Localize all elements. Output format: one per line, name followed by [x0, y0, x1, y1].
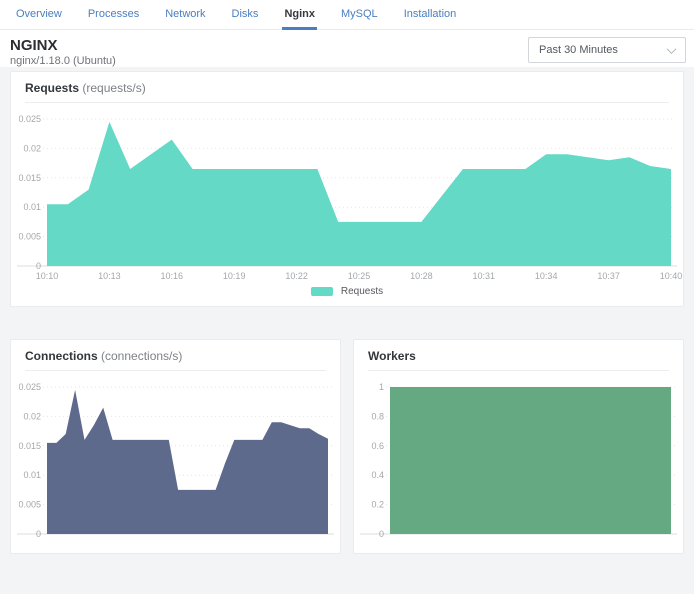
legend-item-requests[interactable]: Requests [311, 286, 383, 297]
chart-title-connections: Connections (connections/s) [11, 340, 340, 370]
time-range-value: Past 30 Minutes [539, 44, 618, 56]
svg-text:10:40: 10:40 [660, 271, 683, 281]
requests-legend: Requests [11, 285, 683, 306]
svg-text:0.2: 0.2 [371, 500, 384, 510]
legend-label: Requests [341, 286, 383, 297]
svg-text:0.025: 0.025 [18, 114, 41, 124]
chart-title-workers: Workers [354, 340, 683, 370]
svg-text:0.015: 0.015 [18, 441, 41, 451]
svg-text:10:13: 10:13 [98, 271, 121, 281]
workers-chart[interactable]: 0 0.2 0.4 0.6 0.8 1 [354, 373, 683, 553]
svg-text:0.005: 0.005 [18, 232, 41, 242]
page-header-text: NGINX nginx/1.18.0 (Ubuntu) [10, 37, 116, 68]
svg-text:10:37: 10:37 [597, 271, 620, 281]
page-title: NGINX [10, 37, 116, 54]
chart-unit-text: (connections/s) [101, 349, 182, 363]
chevron-down-icon [667, 44, 677, 54]
legend-swatch [311, 287, 333, 296]
chart-title-text: Connections [25, 349, 98, 363]
svg-text:10:19: 10:19 [223, 271, 246, 281]
time-range-select[interactable]: Past 30 Minutes [528, 37, 686, 63]
svg-text:10:28: 10:28 [410, 271, 433, 281]
svg-text:0.8: 0.8 [371, 411, 384, 421]
svg-text:10:34: 10:34 [535, 271, 558, 281]
chart-title-requests: Requests (requests/s) [11, 72, 683, 102]
svg-text:0.01: 0.01 [23, 470, 41, 480]
tab-overview[interactable]: Overview [14, 0, 64, 30]
tab-network[interactable]: Network [163, 0, 207, 30]
svg-text:0.6: 0.6 [371, 441, 384, 451]
tab-processes[interactable]: Processes [86, 0, 141, 30]
bottom-charts-row: Connections (connections/s) 0 0.005 0.01 0.… [10, 339, 684, 554]
divider [25, 102, 669, 103]
requests-chart[interactable]: 0 0.005 0.01 0.015 0.02 0.025 10:10 10:13 10:16 1… [11, 105, 683, 285]
tab-mysql[interactable]: MySQL [339, 0, 380, 30]
page-header: NGINX nginx/1.18.0 (Ubuntu) Past 30 Minu… [0, 30, 694, 67]
svg-text:0.015: 0.015 [18, 173, 41, 183]
workers-card: Workers 0 0.2 0.4 0.6 0.8 1 [353, 339, 684, 554]
connections-chart[interactable]: 0 0.005 0.01 0.015 0.02 0.025 [11, 373, 340, 553]
svg-text:10:25: 10:25 [348, 271, 371, 281]
requests-card: Requests (requests/s) 0 0.005 0.01 0.015 0.0… [10, 71, 684, 307]
chart-unit-text: (requests/s) [82, 81, 145, 95]
svg-text:10:16: 10:16 [161, 271, 184, 281]
svg-text:0.02: 0.02 [23, 143, 41, 153]
svg-text:0.02: 0.02 [23, 411, 41, 421]
svg-text:0: 0 [36, 529, 41, 539]
svg-text:1: 1 [379, 382, 384, 392]
tab-nginx[interactable]: Nginx [282, 0, 317, 30]
chart-title-text: Workers [368, 349, 416, 363]
svg-text:0.4: 0.4 [371, 470, 384, 480]
divider [25, 370, 326, 371]
svg-text:10:22: 10:22 [285, 271, 308, 281]
svg-text:10:10: 10:10 [36, 271, 59, 281]
tab-bar: Overview Processes Network Disks Nginx M… [0, 0, 694, 30]
chart-title-text: Requests [25, 81, 79, 95]
svg-text:0.005: 0.005 [18, 500, 41, 510]
svg-text:0: 0 [36, 261, 41, 271]
dashboard-content: Requests (requests/s) 0 0.005 0.01 0.015 0.0… [0, 67, 694, 594]
tab-disks[interactable]: Disks [230, 0, 261, 30]
svg-text:0: 0 [379, 529, 384, 539]
svg-text:0.025: 0.025 [18, 382, 41, 392]
svg-text:10:31: 10:31 [473, 271, 496, 281]
tab-installation[interactable]: Installation [402, 0, 459, 30]
svg-text:0.01: 0.01 [23, 202, 41, 212]
server-version: nginx/1.18.0 (Ubuntu) [10, 55, 116, 68]
connections-card: Connections (connections/s) 0 0.005 0.01 0.… [10, 339, 341, 554]
divider [368, 370, 669, 371]
